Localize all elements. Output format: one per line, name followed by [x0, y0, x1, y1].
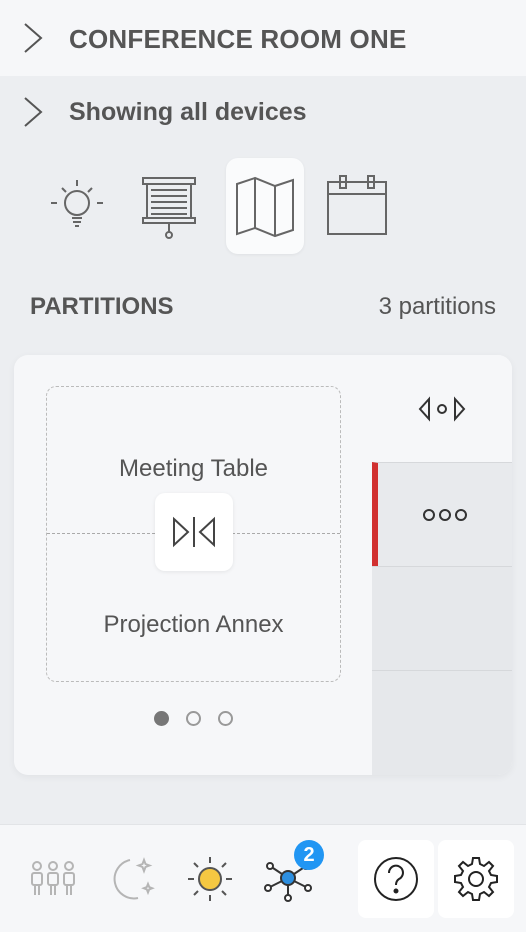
room-header[interactable]: CONFERENCE ROOM ONE [0, 0, 526, 76]
room-b-label: Projection Annex [103, 611, 284, 638]
lightbulb-icon [51, 180, 103, 227]
help-button[interactable] [358, 840, 434, 918]
chevron-right-icon [24, 23, 43, 53]
night-mode-button[interactable] [100, 825, 160, 932]
map-icon [236, 176, 294, 238]
chevron-right-icon [24, 97, 43, 127]
partition-card: Meeting Table Projection Annex [14, 355, 512, 775]
page-dot-1[interactable] [154, 711, 169, 726]
filter-label: Showing all devices [69, 98, 307, 126]
room-title: CONFERENCE ROOM ONE [69, 24, 407, 54]
night-mode-icon [113, 857, 155, 900]
page-indicator [154, 711, 233, 726]
partition-controls [372, 355, 512, 775]
partition-option[interactable] [372, 670, 512, 775]
occupancy-button[interactable] [24, 825, 82, 932]
partition-wall-button[interactable] [155, 493, 233, 571]
partition-count: 3 partitions [378, 293, 496, 320]
category-shades[interactable] [130, 158, 208, 254]
settings-button[interactable] [438, 840, 514, 918]
calendar-icon [327, 175, 387, 235]
help-icon [374, 857, 418, 901]
partition-diagram: Meeting Table Projection Annex [46, 386, 341, 682]
day-mode-button[interactable] [180, 825, 240, 932]
section-title: PARTITIONS [30, 293, 174, 320]
projector-screen-icon [142, 177, 196, 239]
partition-toggle-button[interactable] [372, 355, 512, 462]
more-icon [423, 508, 467, 521]
partition-option[interactable] [372, 566, 512, 670]
category-partitions[interactable] [226, 158, 304, 254]
settings-icon [454, 857, 498, 901]
partition-option-selected[interactable] [372, 462, 512, 566]
day-mode-icon [188, 857, 232, 901]
category-lighting[interactable] [38, 158, 116, 254]
room-a-label: Meeting Table [119, 455, 268, 482]
occupancy-icon [31, 861, 75, 895]
page-dot-3[interactable] [218, 711, 233, 726]
network-badge: 2 [294, 840, 324, 870]
category-schedule[interactable] [318, 158, 396, 254]
partition-toggle-icon [418, 395, 466, 422]
page-dot-2[interactable] [186, 711, 201, 726]
device-filter[interactable]: Showing all devices [0, 76, 526, 146]
partition-closed-icon [173, 516, 215, 548]
